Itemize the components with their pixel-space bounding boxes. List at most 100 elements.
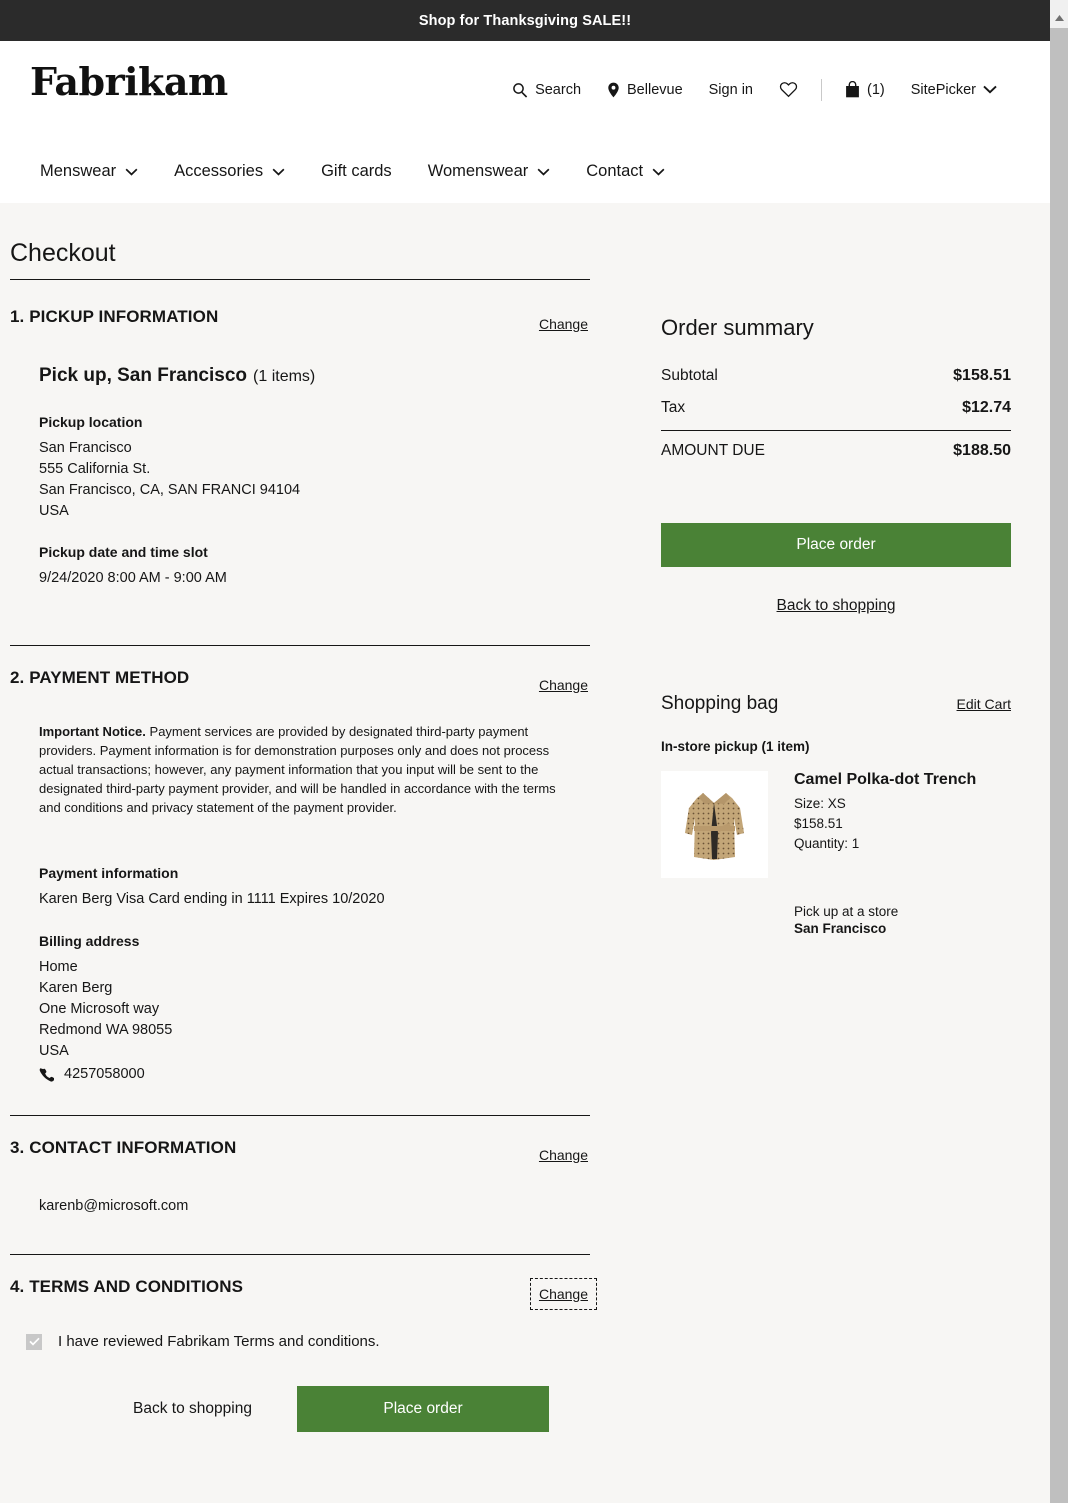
chevron-down-icon bbox=[652, 168, 665, 176]
contact-email: karenb@microsoft.com bbox=[39, 1198, 189, 1214]
summary-value: $188.50 bbox=[953, 442, 1011, 459]
nav-item-contact[interactable]: Contact bbox=[568, 154, 683, 189]
nav-item-gift-cards[interactable]: Gift cards bbox=[303, 154, 410, 189]
search-icon bbox=[512, 82, 528, 98]
back-to-shopping-link[interactable]: Back to shopping bbox=[661, 597, 1011, 615]
payment-card-line: Karen Berg Visa Card ending in 1111 Expi… bbox=[39, 891, 385, 907]
pickup-note-store: San Francisco bbox=[794, 921, 887, 936]
edit-cart-link[interactable]: Edit Cart bbox=[957, 696, 1011, 712]
product-pickup-note: Pick up at a store San Francisco bbox=[794, 904, 1011, 936]
pickup-location-label: Pickup location bbox=[39, 414, 143, 430]
chevron-down-icon bbox=[537, 168, 550, 176]
search-button[interactable]: Search bbox=[499, 76, 594, 104]
promo-banner-text: Shop for Thanksgiving SALE!! bbox=[418, 12, 632, 29]
checkout-bottom-actions: Back to shopping Place order bbox=[10, 1386, 590, 1432]
cart-button[interactable]: (1) bbox=[832, 75, 898, 104]
section-contact-information: 3. CONTACT INFORMATION Change karenb@mic… bbox=[10, 1138, 590, 1217]
nav-label: Gift cards bbox=[321, 162, 392, 180]
section-title: 1. PICKUP INFORMATION bbox=[10, 307, 219, 326]
section-divider bbox=[10, 645, 590, 646]
change-terms-link[interactable]: Change bbox=[529, 1278, 598, 1310]
address-line: 555 California St. bbox=[39, 461, 151, 477]
header-utility-bar: Search Bellevue Sign in (1) SitePicker bbox=[499, 75, 1010, 104]
scrollbar-thumb[interactable] bbox=[1050, 28, 1068, 1503]
bag-line-item: Camel Polka-dot Trench Size: XS $158.51 … bbox=[661, 771, 1011, 878]
sign-in-label: Sign in bbox=[708, 81, 753, 98]
summary-row-amount-due: AMOUNT DUE $188.50 bbox=[661, 435, 1011, 467]
chevron-down-icon bbox=[272, 168, 285, 176]
nav-label: Contact bbox=[586, 162, 644, 180]
terms-checkbox-row[interactable]: I have reviewed Fabrikam Terms and condi… bbox=[10, 1333, 590, 1350]
section-header: 1. PICKUP INFORMATION Change bbox=[10, 307, 590, 333]
section-header: 3. CONTACT INFORMATION Change bbox=[10, 1138, 590, 1164]
site-picker-button[interactable]: SitePicker bbox=[898, 76, 1010, 104]
pickup-slot-label: Pickup date and time slot bbox=[39, 544, 208, 560]
shopping-bag-title: Shopping bag bbox=[661, 693, 779, 714]
place-order-button[interactable]: Place order bbox=[661, 523, 1011, 567]
section-title: 3. CONTACT INFORMATION bbox=[10, 1138, 237, 1157]
shopping-bag-header: Shopping bag Edit Cart bbox=[661, 693, 1011, 715]
browser-scrollbar[interactable] bbox=[1050, 0, 1068, 1503]
product-name: Camel Polka-dot Trench bbox=[794, 771, 977, 788]
address-line: San Francisco, CA, SAN FRANCI 94104 bbox=[39, 482, 301, 498]
section-title: 4. TERMS AND CONDITIONS bbox=[10, 1277, 244, 1296]
title-divider bbox=[10, 279, 590, 280]
browser-viewport: Shop for Thanksgiving SALE!! Fabrikam Se… bbox=[0, 0, 1050, 1503]
address-line: USA bbox=[39, 503, 69, 519]
phone-icon bbox=[39, 1067, 54, 1082]
change-payment-link[interactable]: Change bbox=[537, 676, 590, 694]
page-title: Checkout bbox=[10, 239, 116, 267]
section-header: 2. PAYMENT METHOD Change bbox=[10, 668, 590, 694]
pickup-note-label: Pick up at a store bbox=[794, 904, 899, 919]
billing-phone: 4257058000 bbox=[64, 1066, 145, 1082]
terms-checkbox-label: I have reviewed Fabrikam Terms and condi… bbox=[58, 1333, 380, 1350]
scrollbar-up-arrow-icon[interactable] bbox=[1050, 9, 1068, 26]
product-thumbnail[interactable] bbox=[661, 771, 768, 878]
site-logo[interactable]: Fabrikam bbox=[30, 63, 228, 101]
billing-line: Redmond WA 98055 bbox=[39, 1022, 173, 1038]
chevron-down-icon bbox=[125, 168, 138, 176]
nav-label: Menswear bbox=[40, 162, 117, 180]
billing-address-label: Billing address bbox=[39, 933, 140, 949]
summary-value: $12.74 bbox=[962, 399, 1011, 416]
back-to-shopping-button-bottom[interactable]: Back to shopping bbox=[120, 1400, 265, 1418]
chevron-down-icon bbox=[983, 85, 997, 94]
summary-label: Subtotal bbox=[661, 367, 718, 384]
change-pickup-link[interactable]: Change bbox=[537, 315, 590, 333]
section-pickup-information: 1. PICKUP INFORMATION Change Pick up, Sa… bbox=[10, 307, 590, 589]
pickup-heading: Pick up, San Francisco (1 items) bbox=[39, 365, 590, 387]
heart-icon bbox=[779, 81, 798, 98]
summary-row-subtotal: Subtotal $158.51 bbox=[661, 360, 1011, 392]
header-divider bbox=[820, 78, 822, 101]
change-contact-link[interactable]: Change bbox=[537, 1146, 590, 1164]
section-header: 4. TERMS AND CONDITIONS Change bbox=[10, 1277, 598, 1310]
nav-label: Womenswear bbox=[427, 162, 529, 180]
billing-phone-row: 4257058000 bbox=[39, 1064, 590, 1085]
billing-line: Home bbox=[39, 959, 78, 975]
terms-checkbox[interactable] bbox=[26, 1333, 42, 1350]
main-navigation: Menswear Accessories Gift cards Womenswe… bbox=[22, 154, 683, 189]
section-title: 2. PAYMENT METHOD bbox=[10, 668, 190, 687]
section-body: karenb@microsoft.com bbox=[10, 1196, 590, 1217]
sign-in-button[interactable]: Sign in bbox=[696, 76, 766, 104]
location-pin-icon bbox=[607, 82, 620, 98]
section-payment-method: 2. PAYMENT METHOD Change Important Notic… bbox=[10, 668, 590, 1085]
store-location-label: Bellevue bbox=[627, 81, 683, 98]
wishlist-button[interactable] bbox=[766, 75, 811, 104]
cart-count: (1) bbox=[866, 81, 885, 98]
summary-label: AMOUNT DUE bbox=[661, 442, 765, 459]
section-terms-and-conditions: 4. TERMS AND CONDITIONS Change I have re… bbox=[10, 1277, 598, 1350]
product-quantity: Quantity: 1 bbox=[794, 836, 860, 851]
section-body: Important Notice. Payment services are p… bbox=[10, 722, 590, 1085]
store-location-button[interactable]: Bellevue bbox=[594, 76, 696, 104]
nav-item-womenswear[interactable]: Womenswear bbox=[410, 154, 569, 189]
payment-important-notice: Important Notice. Payment services are p… bbox=[39, 722, 557, 817]
site-header: Fabrikam Search Bellevue Sign in (1) Sit… bbox=[0, 41, 1050, 203]
place-order-button-bottom[interactable]: Place order bbox=[297, 1386, 549, 1432]
site-picker-label: SitePicker bbox=[910, 81, 976, 98]
notice-label: Important Notice. bbox=[39, 724, 146, 739]
nav-item-accessories[interactable]: Accessories bbox=[156, 154, 303, 189]
pickup-slot-value: 9/24/2020 8:00 AM - 9:00 AM bbox=[39, 570, 227, 586]
nav-item-menswear[interactable]: Menswear bbox=[22, 154, 156, 189]
product-details: Camel Polka-dot Trench Size: XS $158.51 … bbox=[794, 771, 976, 878]
